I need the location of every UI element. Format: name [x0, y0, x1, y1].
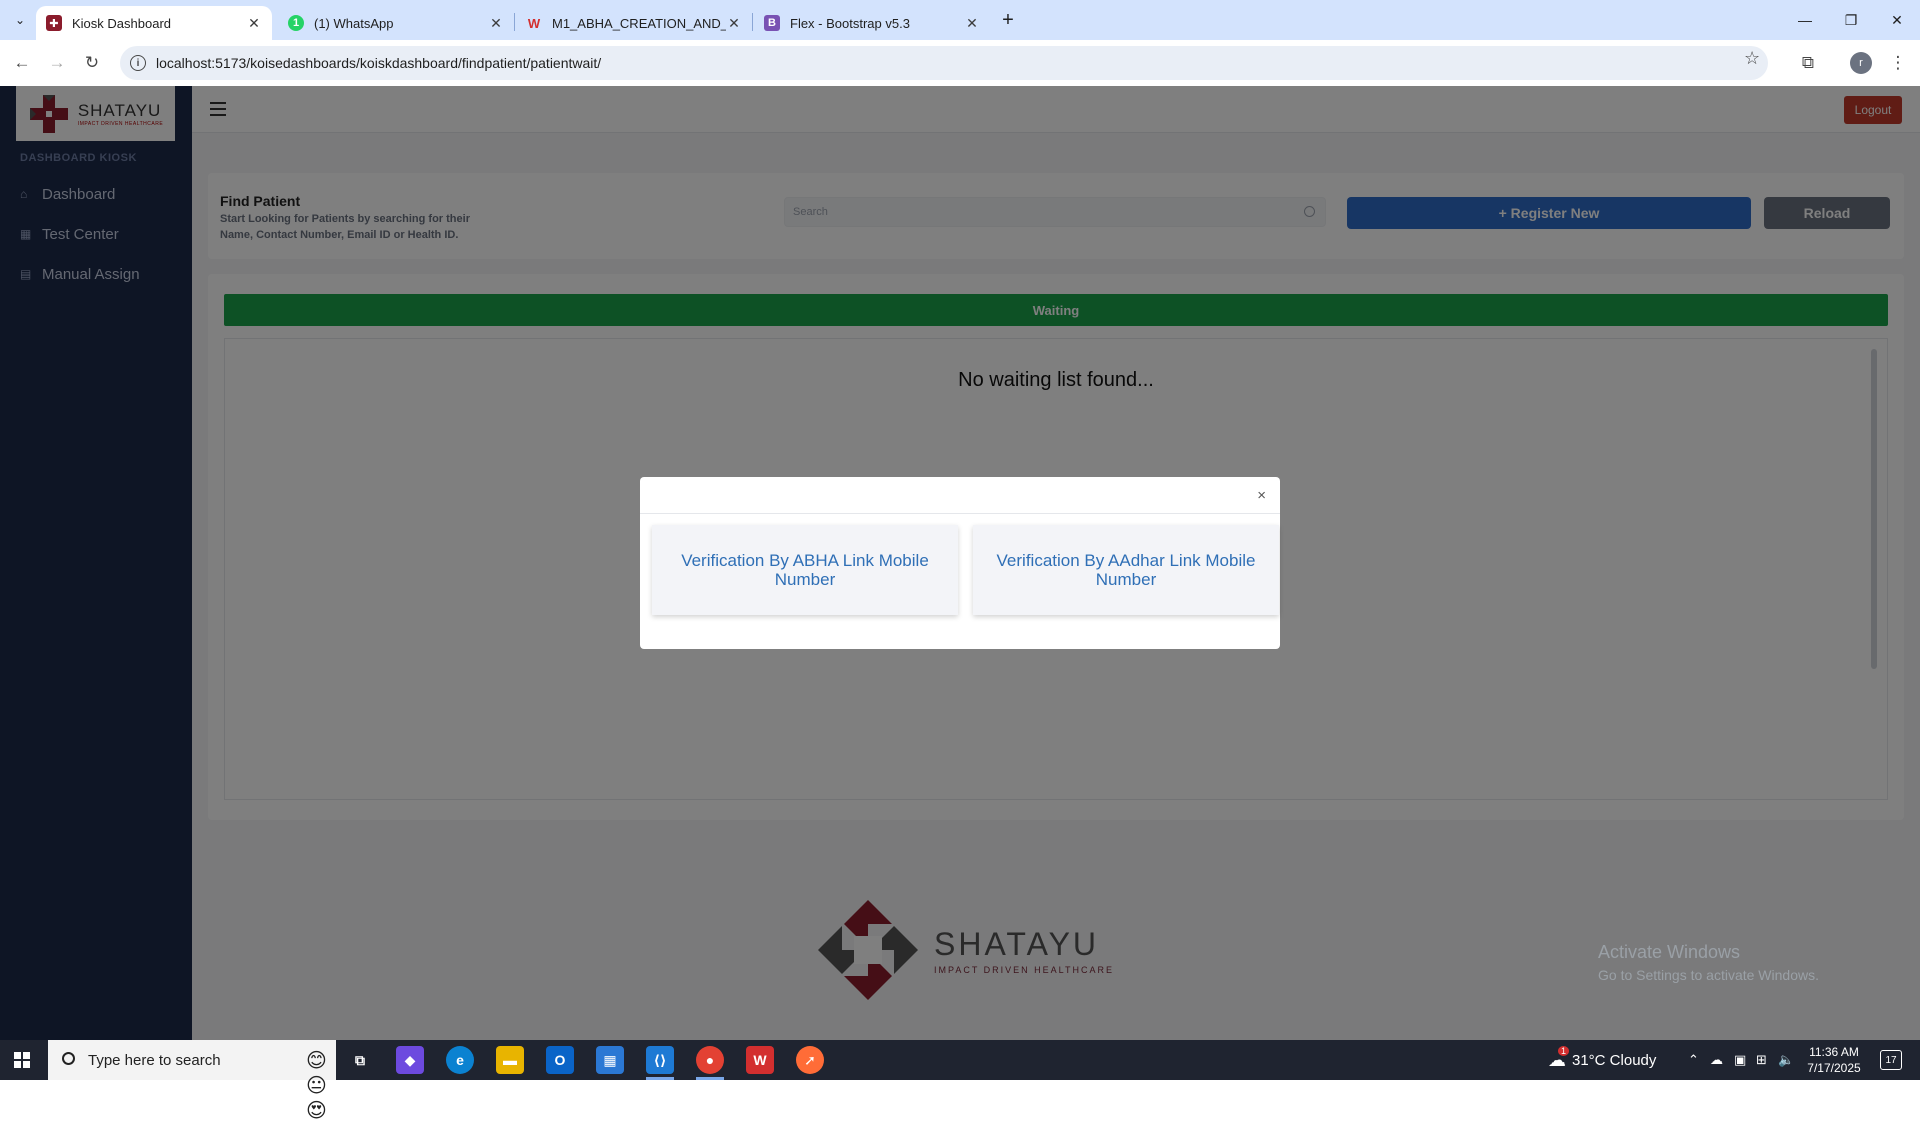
- verification-modal: × Verification By ABHA Link Mobile Numbe…: [640, 477, 1280, 649]
- tab-separator: [514, 13, 515, 31]
- restore-icon[interactable]: ❐: [1828, 4, 1874, 36]
- microsoft-store-icon[interactable]: ▦: [596, 1046, 624, 1074]
- watermark-title: Activate Windows: [1598, 942, 1741, 962]
- notification-center-icon[interactable]: 17: [1880, 1050, 1902, 1070]
- tab-title: (1) WhatsApp: [314, 15, 394, 31]
- address-bar[interactable]: localhost:5173/koisedashboards/koiskdash…: [120, 46, 1768, 80]
- tab-close-icon[interactable]: ✕: [964, 15, 980, 31]
- tray-chevron-icon[interactable]: ⌃: [1688, 1052, 1699, 1068]
- back-arrow-icon[interactable]: ←: [8, 49, 36, 77]
- onedrive-icon[interactable]: ☁: [1710, 1052, 1723, 1068]
- outlook-icon[interactable]: O: [546, 1046, 574, 1074]
- tab-title: Flex - Bootstrap v5.3: [790, 15, 910, 31]
- chrome-icon[interactable]: ●: [696, 1046, 724, 1074]
- tab-close-icon[interactable]: ✕: [246, 15, 262, 31]
- bootstrap-favicon-icon: B: [764, 15, 780, 31]
- vscode-icon[interactable]: ⟨⟩: [646, 1046, 674, 1074]
- clock-date: 7/17/2025: [1807, 1061, 1861, 1075]
- browser-toolbar: ← → ↻ localhost:5173/koisedashboards/koi…: [0, 40, 1920, 86]
- taskbar-clock[interactable]: 11:36 AM 7/17/2025: [1802, 1044, 1866, 1076]
- window-close-icon[interactable]: ✕: [1874, 4, 1920, 36]
- tab-search-chevron-icon[interactable]: ⌄: [8, 8, 32, 32]
- windows-taskbar: Type here to search 😊😐😍 ⧉ ◆ e ▬ O ▦ ⟨⟩ ●…: [0, 1040, 1920, 1122]
- meet-now-icon[interactable]: ▣: [1734, 1052, 1746, 1068]
- copilot-icon[interactable]: ◆: [396, 1046, 424, 1074]
- task-view-icon[interactable]: ⧉: [346, 1046, 374, 1074]
- tab-close-icon[interactable]: ✕: [488, 15, 504, 31]
- clock-time: 11:36 AM: [1809, 1045, 1859, 1059]
- bookmark-star-icon[interactable]: ☆: [1744, 48, 1760, 69]
- modal-close-icon[interactable]: ×: [1257, 487, 1266, 504]
- modal-header-divider: [640, 513, 1280, 514]
- volume-icon[interactable]: 🔈: [1778, 1052, 1794, 1068]
- url-text: localhost:5173/koisedashboards/koiskdash…: [156, 55, 602, 71]
- edge-icon[interactable]: e: [446, 1046, 474, 1074]
- file-explorer-icon[interactable]: ▬: [496, 1046, 524, 1074]
- verify-aadhar-button[interactable]: Verification By AAdhar Link Mobile Numbe…: [973, 525, 1279, 615]
- tab-m1-abha[interactable]: W M1_ABHA_CREATION_AND_VE ✕: [516, 6, 752, 40]
- taskbar-search-input[interactable]: Type here to search 😊😐😍: [48, 1040, 336, 1122]
- cloud-icon: ☁ 1: [1548, 1045, 1570, 1071]
- whatsapp-favicon-icon: 1: [288, 15, 304, 31]
- extensions-puzzle-icon[interactable]: ⧉: [1794, 49, 1822, 77]
- watermark-subtitle: Go to Settings to activate Windows.: [1598, 967, 1819, 983]
- postman-icon[interactable]: ➚: [796, 1046, 824, 1074]
- shatayu-favicon-icon: ✚: [46, 15, 62, 31]
- tab-title: Kiosk Dashboard: [72, 15, 171, 31]
- wps-favicon-icon: W: [527, 15, 541, 31]
- browser-tab-strip: ⌄ ✚ Kiosk Dashboard ✕ 1 (1) WhatsApp ✕ W…: [0, 0, 1920, 40]
- weather-widget[interactable]: ☁ 1 31°C Cloudy: [1548, 1040, 1656, 1080]
- emoji-search-highlight-icon: 😊😐😍: [306, 1050, 327, 1122]
- minimize-icon[interactable]: —: [1782, 4, 1828, 36]
- verify-abha-button[interactable]: Verification By ABHA Link Mobile Number: [652, 525, 958, 615]
- site-info-icon[interactable]: i: [130, 55, 146, 71]
- forward-arrow-icon[interactable]: →: [43, 49, 71, 77]
- taskbar-search-placeholder: Type here to search: [88, 1051, 221, 1069]
- profile-avatar[interactable]: r: [1850, 52, 1872, 74]
- tab-flex-bootstrap[interactable]: B Flex - Bootstrap v5.3 ✕: [754, 6, 990, 40]
- reload-icon[interactable]: ↻: [78, 49, 106, 77]
- tab-kiosk-dashboard[interactable]: ✚ Kiosk Dashboard ✕: [36, 6, 272, 40]
- new-tab-plus-icon[interactable]: +: [996, 8, 1020, 32]
- windows-start-icon[interactable]: [14, 1052, 30, 1068]
- browser-menu-icon[interactable]: ⋮: [1884, 49, 1912, 77]
- weather-badge: 1: [1558, 1045, 1570, 1056]
- wps-office-icon[interactable]: W: [746, 1046, 774, 1074]
- weather-text: 31°C Cloudy: [1572, 1051, 1657, 1069]
- tab-close-icon[interactable]: ✕: [726, 15, 742, 31]
- activate-windows-watermark: Activate Windows Go to Settings to activ…: [1598, 942, 1819, 983]
- network-icon[interactable]: ⊞: [1756, 1052, 1767, 1068]
- kiosk-page: SHATAYU IMPACT DRIVEN HEALTHCARE DASHBOA…: [0, 86, 1920, 1040]
- tab-whatsapp[interactable]: 1 (1) WhatsApp ✕: [278, 6, 514, 40]
- tab-title: M1_ABHA_CREATION_AND_VE: [552, 15, 726, 31]
- tab-separator: [752, 13, 753, 31]
- search-icon: [62, 1052, 75, 1065]
